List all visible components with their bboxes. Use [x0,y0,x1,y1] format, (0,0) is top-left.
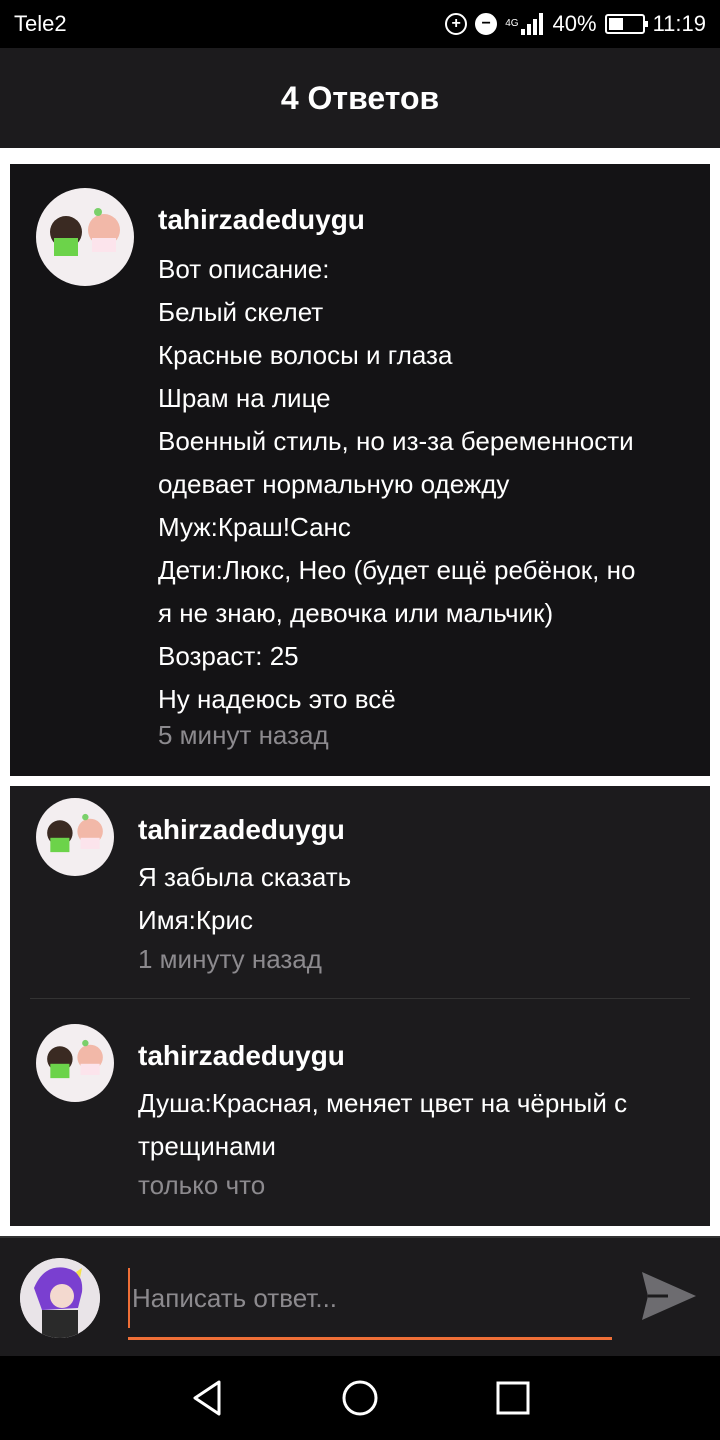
battery-icon [604,14,648,34]
replies-header: 4 Ответов [0,48,720,152]
back-icon [193,1380,221,1416]
recents-button[interactable] [491,1376,535,1420]
comment-line: Душа:Красная, меняет цвет на чёрный с [138,1088,628,1118]
battery-percent: 40% [552,11,597,36]
clock: 11:19 [652,11,706,36]
comment-line: трещинами [138,1131,276,1161]
status-bar: Tele2 + − 4G 40% 11:19 [0,0,720,48]
comment-line: Муж:Краш!Санс [158,512,351,542]
carrier-name: Tele2 [14,11,67,36]
comment-timestamp: 1 минуту назад [138,944,322,974]
avatar[interactable] [36,798,114,876]
reply-item[interactable]: tahirzadeduygu Я забыла сказать Имя:Крис… [10,786,710,998]
comment-line: я не знаю, девочка или мальчик) [158,598,554,628]
recents-icon [496,1381,530,1415]
page-title: 4 Ответов [280,79,440,116]
comment-line: Шрам на лице [158,383,331,413]
divider [30,998,690,999]
avatar[interactable] [36,188,134,286]
comment-feed[interactable]: tahirzadeduygu Вот описание: Белый скеле… [0,152,720,1236]
original-comment[interactable]: tahirzadeduygu Вот описание: Белый скеле… [10,164,710,776]
reply-input[interactable] [128,1268,612,1328]
comment-timestamp: только что [138,1170,266,1200]
comment-line: Возраст: 25 [158,641,299,671]
avatar[interactable] [36,1024,114,1102]
send-button[interactable] [638,1268,698,1324]
comment-line: Дети:Люкс, Нео (будет ещё ребёнок, но [158,555,636,585]
back-button[interactable] [185,1376,229,1420]
comment-line: одевает нормальную одежду [158,469,510,499]
avatar[interactable] [20,1258,100,1338]
comment-line: Вот описание: [158,254,330,284]
home-icon [342,1380,378,1416]
comment-line: Я забыла сказать [138,862,352,892]
comment-author[interactable]: tahirzadeduygu [158,204,365,236]
dnd-icon: − [475,13,498,35]
comment-author[interactable]: tahirzadeduygu [138,1040,345,1072]
comment-body: Душа:Красная, меняет цвет на чёрный с тр… [138,1082,627,1168]
comment-line: Ну надеюсь это всё [158,684,396,714]
comment-line: Военный стиль, но из-за беременности [158,426,634,456]
system-nav-bar [0,1356,720,1440]
signal-icon: 4G [505,13,544,35]
reply-item[interactable]: tahirzadeduygu Душа:Красная, меняет цвет… [10,1000,710,1226]
reply-list: tahirzadeduygu Я забыла сказать Имя:Крис… [10,786,710,1226]
reply-composer [0,1236,720,1356]
network-type: 4G [505,18,519,29]
comment-line: Имя:Крис [138,905,253,935]
send-icon [642,1272,696,1320]
comment-author[interactable]: tahirzadeduygu [138,814,345,846]
comment-line: Красные волосы и глаза [158,340,453,370]
comment-body: Вот описание: Белый скелет Красные волос… [158,248,635,721]
reply-input-wrap [128,1268,612,1340]
home-button[interactable] [338,1376,382,1420]
comment-body: Я забыла сказать Имя:Крис [138,856,351,942]
comment-line: Белый скелет [158,297,324,327]
comment-timestamp: 5 минут назад [158,720,329,750]
alarm-icon: + [445,13,468,35]
